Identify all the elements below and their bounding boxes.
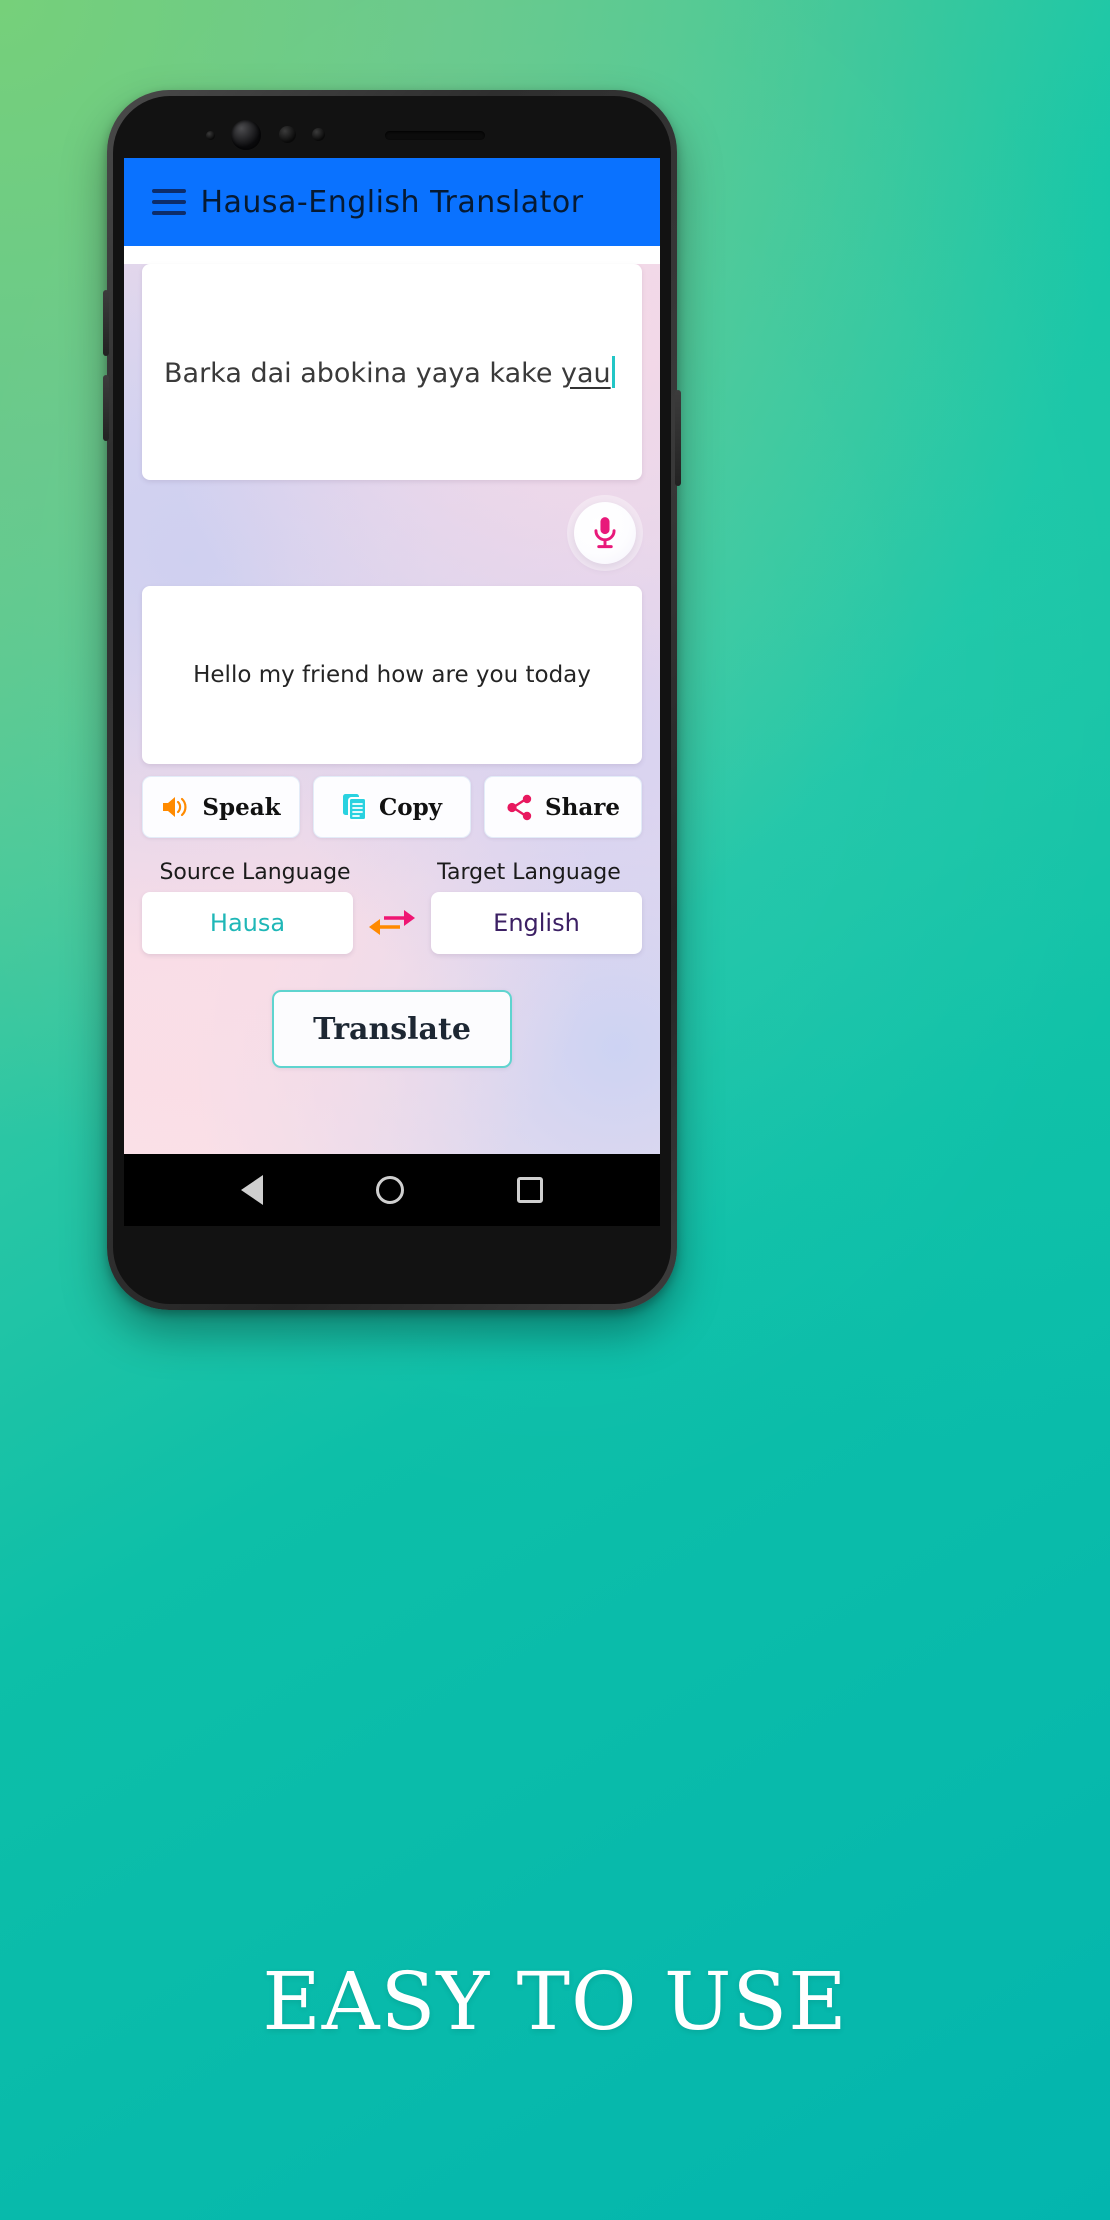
volume-down-button[interactable] (103, 375, 109, 441)
app-bar: Hausa-English Translator (124, 158, 660, 246)
target-language-value: English (493, 909, 580, 937)
voice-input-button[interactable] (574, 502, 636, 564)
proximity-sensor-icon (279, 126, 296, 143)
promo-caption: EASY TO USE (262, 1955, 848, 2048)
microphone-icon (594, 517, 616, 549)
swap-arrows-icon (369, 910, 415, 935)
source-text-value: Barka dai abokina yaya kake yau (164, 355, 615, 389)
copy-documents-icon (342, 794, 367, 821)
earpiece-speaker (385, 131, 485, 140)
speaker-volume-icon (163, 797, 187, 817)
recents-square-icon[interactable] (517, 1177, 544, 1203)
share-button[interactable]: Share (484, 776, 642, 838)
hamburger-menu-icon[interactable] (148, 181, 190, 223)
source-language-label: Source Language (159, 860, 351, 885)
translate-button-label: Translate (313, 1011, 471, 1047)
home-circle-icon[interactable] (375, 1176, 404, 1204)
translate-row: Translate (142, 990, 642, 1068)
phone-screen: Hausa-English Translator Barka dai aboki… (124, 158, 660, 1226)
source-language-select[interactable]: Hausa (142, 892, 353, 954)
phone-sensor-strip (107, 114, 677, 158)
copy-button[interactable]: Copy (313, 776, 471, 838)
speak-button-label: Speak (202, 793, 281, 821)
source-text-input[interactable]: Barka dai abokina yaya kake yau (142, 264, 642, 480)
swap-languages-button[interactable] (363, 906, 421, 940)
front-camera-icon (231, 120, 261, 150)
source-language-value: Hausa (209, 909, 286, 937)
share-button-label: Share (545, 793, 620, 821)
share-nodes-icon (507, 794, 532, 820)
language-selectors: Hausa English (142, 892, 642, 954)
text-caret (611, 355, 615, 388)
output-actions: Speak Copy Share (142, 776, 642, 838)
android-navigation-bar (124, 1154, 660, 1226)
secondary-sensor-icon (312, 128, 325, 141)
back-triangle-icon[interactable] (240, 1175, 263, 1205)
translated-text-output: Hello my friend how are you today (142, 586, 642, 764)
source-text-plain: Barka dai abokina yaya kake (164, 357, 562, 389)
light-sensor-icon (206, 131, 215, 140)
page-title: Hausa-English Translator (200, 184, 584, 220)
app-content: Barka dai abokina yaya kake yau Hello my… (124, 264, 660, 1226)
translated-text-value: Hello my friend how are you today (193, 662, 591, 688)
language-labels: Source Language Target Language (142, 860, 642, 885)
power-button[interactable] (675, 390, 681, 486)
volume-up-button[interactable] (103, 290, 109, 356)
phone-mockup: Hausa-English Translator Barka dai aboki… (103, 90, 681, 1310)
translate-button[interactable]: Translate (272, 990, 512, 1068)
target-language-select[interactable]: English (431, 892, 642, 954)
speak-button[interactable]: Speak (142, 776, 300, 838)
mic-row (142, 480, 642, 586)
target-language-label: Target Language (437, 860, 621, 885)
source-text-misspelled: yau (561, 357, 611, 389)
copy-button-label: Copy (378, 793, 443, 821)
